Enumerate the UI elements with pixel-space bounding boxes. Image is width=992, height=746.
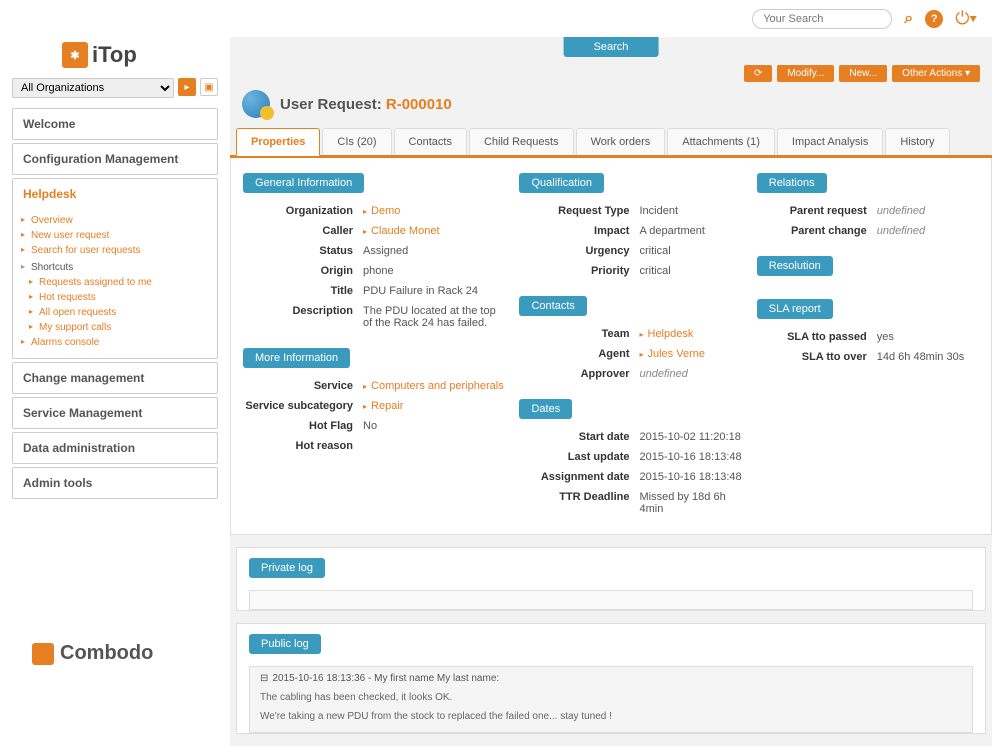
nav-helpdesk[interactable]: Helpdesk [13, 179, 217, 209]
nav-shortcuts-header: Shortcuts [31, 258, 217, 275]
tab-impact[interactable]: Impact Analysis [777, 128, 883, 155]
tab-properties[interactable]: Properties [236, 128, 320, 156]
public-log-entry: ⊟2015-10-16 18:13:36 - My first name My … [249, 666, 973, 733]
link-service[interactable]: Computers and peripherals [371, 380, 504, 392]
power-icon[interactable]: ⏻▾ [955, 8, 977, 29]
link-subcategory[interactable]: Repair [371, 400, 403, 412]
logo-text: iTop [92, 42, 137, 68]
section-sla: SLA report [757, 299, 833, 319]
nav-admin[interactable]: Admin tools [13, 468, 217, 498]
nav-hot-requests[interactable]: Hot requests [39, 290, 217, 305]
global-search[interactable] [752, 9, 892, 29]
section-resolution: Resolution [757, 256, 833, 276]
search-tab[interactable]: Search [564, 37, 659, 57]
search-input[interactable] [763, 13, 881, 25]
section-public-log: Public log [249, 634, 321, 654]
help-icon[interactable]: ? [925, 10, 943, 28]
nav-all-open[interactable]: All open requests [39, 305, 217, 320]
nav-overview[interactable]: Overview [31, 213, 217, 228]
vendor-logo: Combodo [12, 502, 218, 665]
section-contacts: Contacts [519, 296, 586, 316]
page-title: User Request: R-000010 [280, 96, 452, 113]
nav-change[interactable]: Change management [13, 363, 217, 393]
new-button[interactable]: New... [839, 65, 887, 82]
nav-my-support[interactable]: My support calls [39, 320, 217, 335]
search-icon[interactable]: ⌕ [904, 10, 913, 28]
tab-history[interactable]: History [885, 128, 949, 155]
section-relations: Relations [757, 173, 827, 193]
nav-new-request[interactable]: New user request [31, 228, 217, 243]
nav-config[interactable]: Configuration Management [13, 144, 217, 174]
link-organization[interactable]: Demo [371, 205, 400, 217]
link-team[interactable]: Helpdesk [648, 328, 694, 340]
section-qualification: Qualification [519, 173, 604, 193]
other-actions-button[interactable]: Other Actions ▾ [892, 65, 980, 82]
tab-work-orders[interactable]: Work orders [576, 128, 666, 155]
nav-welcome[interactable]: Welcome [13, 109, 217, 139]
link-caller[interactable]: Claude Monet [371, 225, 440, 237]
private-log-input[interactable] [249, 590, 973, 610]
section-more: More Information [243, 348, 350, 368]
section-private-log: Private log [249, 558, 325, 578]
nav-service[interactable]: Service Management [13, 398, 217, 428]
org-select[interactable]: All Organizations [12, 78, 174, 98]
tab-attachments[interactable]: Attachments (1) [667, 128, 775, 155]
section-general: General Information [243, 173, 364, 193]
org-go-button[interactable]: ▸ [178, 78, 196, 96]
section-dates: Dates [519, 399, 572, 419]
tab-child-requests[interactable]: Child Requests [469, 128, 574, 155]
tab-contacts[interactable]: Contacts [394, 128, 467, 155]
modify-button[interactable]: Modify... [777, 65, 834, 82]
nav-alarms[interactable]: Alarms console [31, 335, 217, 350]
app-logo: ✱ iTop [12, 37, 218, 78]
collapse-icon[interactable]: ⊟ [260, 673, 268, 684]
tab-cis[interactable]: CIs (20) [322, 128, 391, 155]
org-clear-button[interactable]: ▣ [200, 78, 218, 96]
nav-search-requests[interactable]: Search for user requests [31, 243, 217, 258]
logo-icon: ✱ [62, 42, 88, 68]
request-icon [242, 90, 270, 118]
vendor-logo-icon [32, 643, 54, 665]
nav-data[interactable]: Data administration [13, 433, 217, 463]
refresh-button[interactable]: ⟳ [744, 65, 772, 82]
link-agent[interactable]: Jules Verne [648, 348, 705, 360]
nav-assigned-to-me[interactable]: Requests assigned to me [39, 275, 217, 290]
